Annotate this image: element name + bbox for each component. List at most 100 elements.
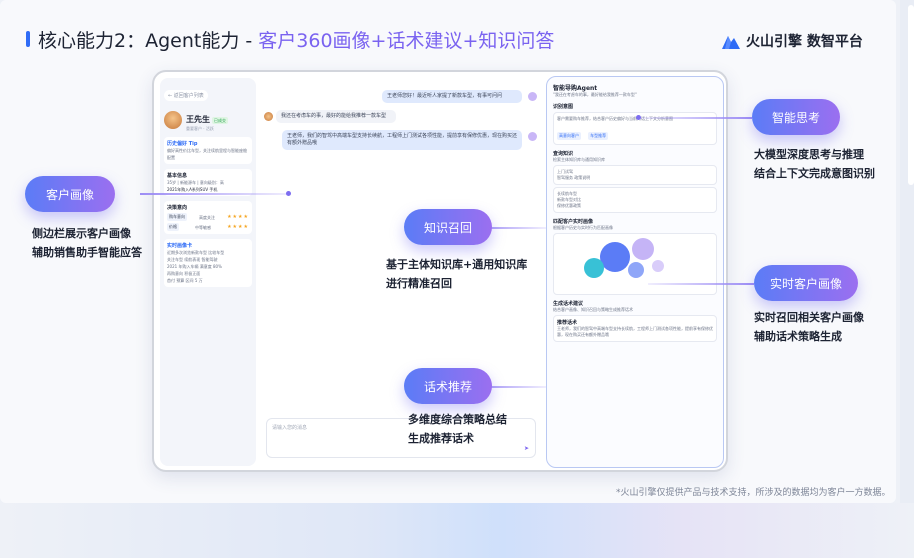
connector-line [640,117,752,119]
portrait-bubble [584,258,604,278]
background-glow [0,503,914,558]
step-title: 识别意图 [553,104,574,110]
portrait-bubble-chart [553,233,717,295]
script-answer-text: 王老师，我们的智驾中高端车型支持长续航，工程师上门测试各项性能，提前享有保修优惠… [557,326,713,337]
agent-panel: 智能导购Agent "我还在考虑车的事，最好能给我推荐一款车型" 识别意图 客户… [546,76,724,468]
knowledge-item: 保修优惠政策 [557,203,581,208]
back-to-list-button[interactable]: ← 返回客户列表 [164,90,208,101]
decision-card: 决策意向 购车意向 高度关注 ★★★★ 价格 中等敏感 ★★★★ [164,201,252,234]
desc-line: 实时召回相关客户画像 [754,311,864,324]
connector-dot [636,115,641,120]
customer-avatar-icon [264,112,273,121]
chat-message-agent: 王老师，我们的智驾中高端车型支持长续航，工程师上门测试各项性能，提前享有保修优惠… [282,130,522,150]
volcano-logo-icon [722,36,740,49]
script-answer-box: 推荐话术 王老师，我们的智驾中高端车型支持长续航，工程师上门测试各项性能，提前享… [553,315,717,342]
label-customer-portrait: 客户画像 [25,176,115,212]
desc-line: 大模型深度思考与推理 [754,148,864,161]
preference-card-text: 偏好高性价比车型，关注续航里程与智能座舱配置 [167,148,247,160]
desc-line: 侧边栏展示客户画像 [32,227,131,240]
desc-line: 基于主体知识库+通用知识库 [386,258,528,271]
connector-line [140,193,290,195]
desc-script-recommend: 多维度综合策略总结 生成推荐话术 [408,410,507,448]
agent-intro: "我还在考虑车的事，最好能给我推荐一款车型" [553,92,637,97]
label-smart-thinking: 智能思考 [752,99,840,135]
title-accent-bar [26,31,30,47]
decision-row: 购车意向 高度关注 ★★★★ [167,213,249,221]
knowledge-box: 长续航车型 新款车型对比 保修优惠政策 [553,187,717,213]
basic-info-line: 35岁 | 新能源车 | 意向级别：高 [167,180,224,185]
label-script-recommend: 话术推荐 [404,368,492,404]
intent-pill: 高意向客户 [557,132,581,140]
portrait-bubble [632,238,654,260]
desc-knowledge-recall: 基于主体知识库+通用知识库 进行精准召回 [386,255,527,293]
status-badge: 已成交 [212,117,228,124]
message-input-placeholder: 请输入您的消息 [272,425,308,431]
step-text: 根据客户历史与实时行为匹配画像 [553,225,613,230]
next-slide-preview [900,0,914,503]
desc-customer-portrait: 侧边栏展示客户画像 辅助销售助手智能应答 [32,224,142,262]
desc-line: 进行精准召回 [386,277,452,290]
decision-label: 购车意向 [167,213,187,221]
intent-pill: 车型推荐 [588,132,609,140]
step-title: 匹配客户实时画像 [553,219,594,225]
chat-message-agent: 王老师您好！最近听人家提了新款车型，有事可问问 [382,90,522,103]
decision-value: 中等敏感 [195,224,212,230]
chat-message-customer: 我还在考虑车的事，最好的能给我推荐一款车型 [276,110,396,123]
step-intent: 识别意图 客户需要购车推荐，结合客户历史偏好与当前对话上下文分析意图 高意向客户… [553,103,717,145]
customer-subtitle: 重要客户 · 活跃 [186,126,214,131]
basic-info-title: 基本信息 [167,173,188,179]
decision-card-title: 决策意向 [167,205,188,211]
agent-panel-title: 智能导购Agent [553,85,598,92]
agent-avatar-icon [528,92,537,101]
customer-profile: 王先生 已成交 重要客户 · 活跃 [164,107,252,132]
step-title: 查询知识 [553,151,574,157]
step-script: 生成话术建议 结合客户画像、知识召回与策略生成推荐话术 推荐话术 王老师，我们的… [553,300,717,342]
brand-name: 火山引擎 数智平台 [746,34,863,50]
brand-logo: 火山引擎 数智平台 [722,31,863,51]
star-rating-icon: ★★★★ [227,224,249,230]
desc-line: 生成推荐话术 [408,432,474,445]
connector-dot [286,191,291,196]
portrait-bubble [600,242,630,272]
knowledge-item: 智驾服务 政策说明 [557,175,591,180]
desc-realtime-portrait: 实时召回相关客户画像 辅助话术策略生成 [754,308,864,346]
label-realtime-portrait: 实时客户画像 [754,265,858,301]
customer-name: 王先生 [186,115,210,124]
preference-card-title: 历史偏好 Tip [167,141,198,147]
realtime-portrait-card: 实时画像卡 近期多次浏览新款车型 比较车型 关注车型 续航表现 智能驾驶 202… [164,239,252,287]
customer-sidebar: ← 返回客户列表 王先生 已成交 重要客户 · 活跃 历史偏好 Tip 偏好高性价… [160,78,256,466]
footnote: *火山引擎仅提供产品与技术支持，所涉及的数据均为客户一方数据。 [616,488,891,498]
slide: 核心能力2：Agent能力 - 客户360画像+话术建议+知识问答 火山引擎 数… [0,0,896,503]
preference-card: 历史偏好 Tip 偏好高性价比车型，关注续航里程与智能座舱配置 [164,137,252,164]
portrait-bubble [628,262,644,278]
step-text: 结合客户画像、知识召回与策略生成推荐话术 [553,307,633,312]
realtime-line: 近期多次浏览新款车型 比较车型 [167,250,225,255]
star-rating-icon: ★★★★ [227,214,249,220]
desc-line: 结合上下文完成意图识别 [754,167,875,180]
send-icon[interactable]: ➤ [524,445,529,452]
realtime-line: 再购意向 积极正面 [167,271,201,276]
realtime-line: 关注车型 续航表现 智能驾驶 [167,257,218,262]
decision-row: 价格 中等敏感 ★★★★ [167,223,249,231]
desc-line: 辅助销售助手智能应答 [32,246,142,259]
portrait-bubble [652,260,664,272]
page-title: 核心能力2：Agent能力 - 客户360画像+话术建议+知识问答 [38,30,555,52]
script-answer-label: 推荐话术 [557,320,578,326]
realtime-line: 2021 年购入车辆 满意度 80% [167,264,222,269]
decision-value: 高度关注 [199,214,216,220]
step-knowledge: 查询知识 检索主体知识库与通用知识库 上门试驾 智驾服务 政策说明 长续航车型 … [553,150,717,213]
knowledge-box: 上门试驾 智驾服务 政策说明 [553,165,717,185]
label-knowledge-recall: 知识召回 [404,209,492,245]
connector-line [648,283,754,285]
desc-line: 辅助话术策略生成 [754,330,842,343]
step-text: 检索主体知识库与通用知识库 [553,157,605,162]
desc-smart-thinking: 大模型深度思考与推理 结合上下文完成意图识别 [754,145,875,183]
desc-line: 多维度综合策略总结 [408,413,507,426]
basic-info-line: 2021年购入A系列SUV 手机 [167,187,218,192]
decision-label: 价格 [167,223,179,231]
step-title: 生成话术建议 [553,301,584,307]
avatar [164,110,182,129]
agent-avatar-icon [528,132,537,141]
basic-info-card: 基本信息 35岁 | 新能源车 | 意向级别：高 2021年购入A系列SUV 手… [164,169,252,196]
realtime-card-title: 实时画像卡 [167,243,193,249]
